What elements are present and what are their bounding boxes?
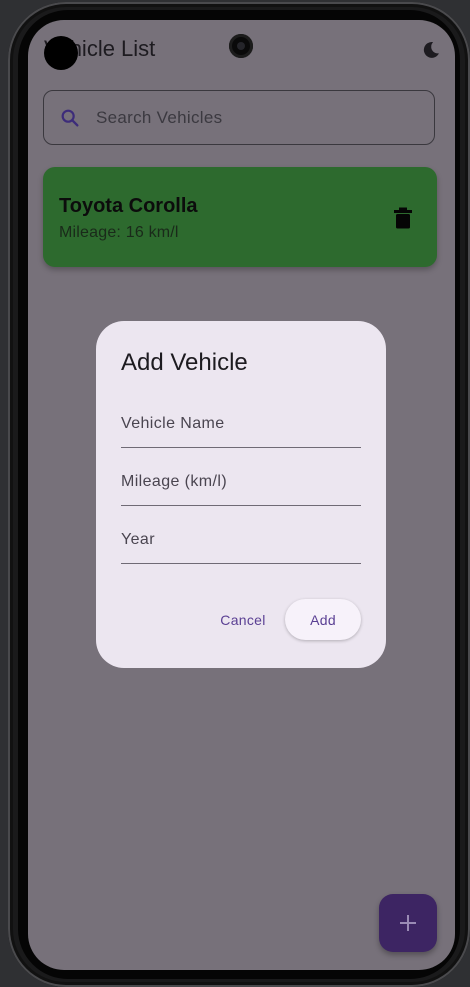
search-icon [58,106,82,130]
vehicle-name-field[interactable]: Vehicle Name [121,413,361,448]
front-camera [229,34,253,58]
delete-vehicle-button[interactable] [391,205,415,231]
moon-icon [423,41,439,58]
search-input[interactable]: Search Vehicles [43,90,435,145]
search-placeholder: Search Vehicles [96,107,223,127]
cancel-button[interactable]: Cancel [212,601,274,639]
theme-toggle-button[interactable] [419,38,443,62]
add-vehicle-fab[interactable] [379,894,437,952]
app-screen: Vehicle List Search Vehicles Toyota Coro… [28,20,455,970]
vehicle-card[interactable]: Toyota Corolla Mileage: 16 km/l [43,167,437,267]
field-label: Year [121,531,155,548]
field-label: Mileage (km/l) [121,473,228,490]
plus-icon [400,915,416,931]
add-button[interactable]: Add [285,599,361,640]
vehicle-name: Toyota Corolla [59,195,198,217]
field-label: Vehicle Name [121,415,225,432]
add-vehicle-dialog: Add Vehicle Vehicle Name Mileage (km/l) … [96,321,386,668]
trash-icon [394,207,412,229]
year-field[interactable]: Year [121,529,361,564]
dialog-title: Add Vehicle [121,349,248,376]
vehicle-mileage: Mileage: 16 km/l [59,224,179,241]
mileage-field[interactable]: Mileage (km/l) [121,471,361,506]
touch-indicator [44,36,78,70]
